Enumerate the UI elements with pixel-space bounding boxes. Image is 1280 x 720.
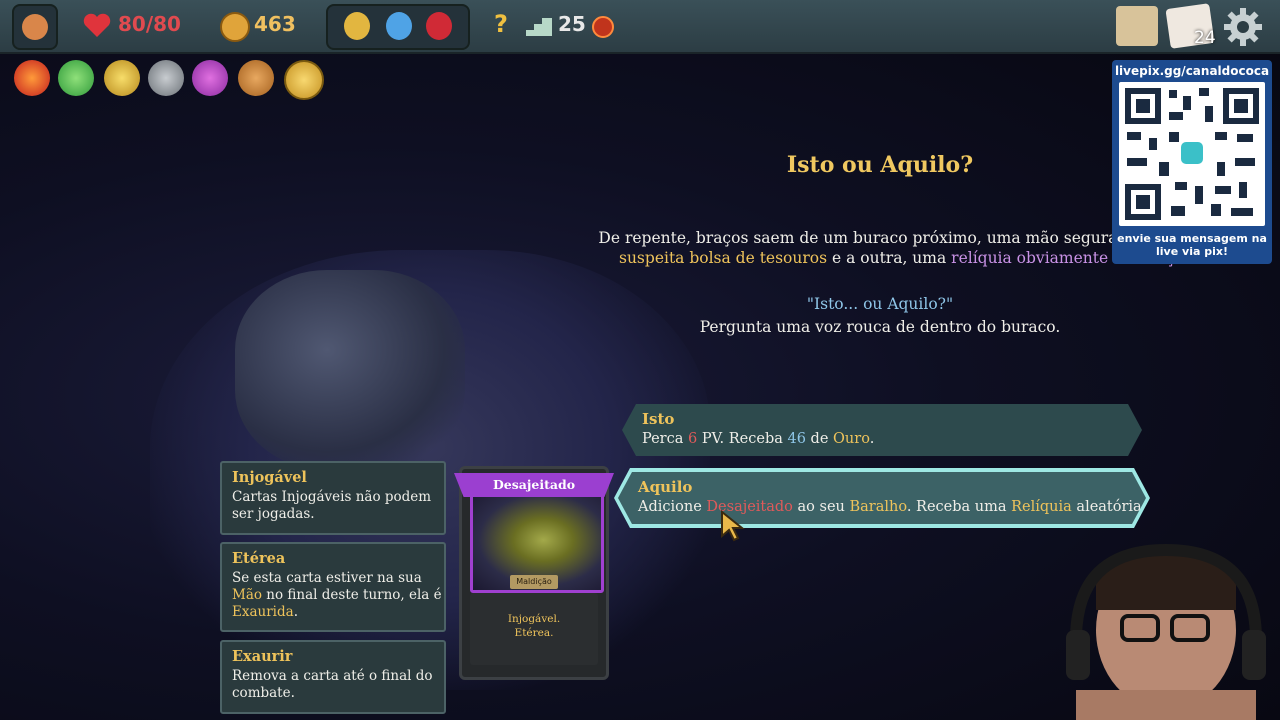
pocketwatch-icon[interactable] — [284, 60, 324, 100]
tooltip-body: Remova a carta até o final do combate. — [232, 668, 433, 701]
tooltip-injogavel: Injogável Cartas Injogáveis não podem se… — [220, 461, 446, 535]
fan-icon[interactable] — [192, 60, 228, 96]
option-description: Adicione Desajeitado ao seu Baralho. Rec… — [638, 499, 1147, 515]
blue-potion-icon[interactable] — [386, 12, 412, 40]
livepix-qr-panel: livepix.gg/canaldococa envie sua mensage… — [1112, 60, 1272, 264]
option-aquilo-button[interactable]: Aquilo Adicione Desajeitado ao seu Baral… — [618, 472, 1146, 524]
bag-icon[interactable] — [12, 4, 58, 50]
event-title: Isto ou Aquilo? — [786, 152, 974, 178]
potion-belt — [326, 4, 470, 50]
mouse-cursor-icon — [720, 509, 746, 546]
webcam-feed — [1036, 520, 1280, 720]
option-title: Aquilo — [638, 478, 693, 496]
card-text-line1: Injogável. — [507, 613, 561, 625]
floor-stairs-icon — [526, 14, 552, 36]
tooltip-title: Injogável — [232, 469, 307, 486]
option-isto-button[interactable]: Isto Perca 6 PV. Receba 46 de Ouro. — [622, 404, 1142, 456]
health-value: 80/80 — [118, 12, 181, 36]
lightning-potion-icon[interactable] — [344, 12, 370, 40]
card-type: Maldição — [510, 575, 558, 589]
stone-icon[interactable] — [148, 60, 184, 96]
tooltip-body: Se esta carta estiver na sua Mão no fina… — [232, 570, 442, 620]
top-bar: 80/80 463 ? 25 24 — [0, 0, 1280, 54]
help-icon[interactable]: ? — [494, 10, 508, 38]
floor-value: 25 — [558, 12, 586, 36]
event-quote: "Isto... ou Aquilo?" — [806, 295, 954, 313]
option-title: Isto — [642, 410, 675, 428]
tooltip-title: Etérea — [232, 550, 286, 567]
tooltip-exaurir: Exaurir Remova a carta até o final do co… — [220, 640, 446, 714]
gear-icon[interactable] — [1222, 6, 1264, 48]
qr-message: envie sua mensagem na live via pix! — [1117, 232, 1267, 258]
map-icon[interactable] — [1116, 6, 1158, 46]
qr-code-icon — [1119, 82, 1265, 226]
option-description: Perca 6 PV. Receba 46 de Ouro. — [642, 431, 875, 447]
red-gem-icon — [592, 16, 614, 38]
card-text-line2: Etérea. — [514, 627, 554, 639]
gold-value: 463 — [254, 12, 296, 36]
green-leaf-icon[interactable] — [58, 60, 94, 96]
event-text-line2: suspeita bolsa de tesouros e a outra, um… — [619, 249, 1185, 267]
gold-coin-icon — [220, 12, 250, 42]
curse-card[interactable]: Desajeitado Maldição Injogável. Etérea. — [454, 466, 614, 680]
qr-url: livepix.gg/canaldococa — [1114, 64, 1270, 78]
event-text-line1: De repente, braços saem de um buraco pró… — [598, 229, 1162, 247]
card-name: Desajeitado — [492, 477, 576, 492]
tooltip-body: Cartas Injogáveis não podem ser jogadas. — [232, 489, 432, 522]
golden-staff-icon[interactable] — [104, 60, 140, 96]
event-quote-sub: Pergunta uma voz rouca de dentro do bura… — [699, 318, 1061, 336]
deck-count: 24 — [1194, 28, 1216, 48]
hooded-creature-art — [235, 270, 465, 470]
claw-icon[interactable] — [238, 60, 274, 96]
burning-blood-icon[interactable] — [14, 60, 50, 96]
heart-icon — [82, 12, 112, 38]
tooltip-eterea: Etérea Se esta carta estiver na sua Mão … — [220, 542, 446, 632]
red-potion-icon[interactable] — [426, 12, 452, 40]
tooltip-title: Exaurir — [232, 648, 293, 665]
